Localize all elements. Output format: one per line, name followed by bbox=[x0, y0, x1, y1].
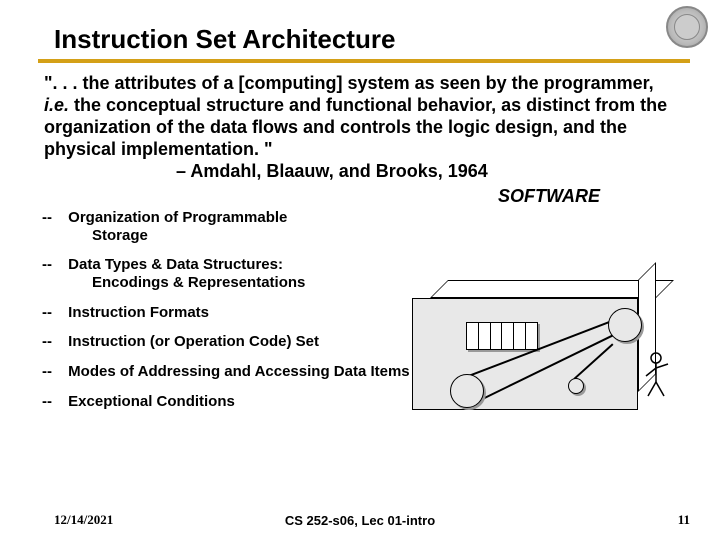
gear-icon bbox=[568, 378, 584, 394]
gear-icon bbox=[450, 374, 484, 408]
list-item: -- Instruction (or Operation Code) Set bbox=[42, 333, 392, 351]
footer: 12/14/2021 CS 252-s06, Lec 01-intro 11 bbox=[0, 512, 720, 528]
registers-icon bbox=[466, 322, 538, 350]
quote-pre: ". . . the attributes of a [computing] s… bbox=[44, 73, 654, 93]
list-item: -- Data Types & Data Structures: Encodin… bbox=[42, 256, 392, 291]
quote-post: the conceptual structure and functional … bbox=[44, 95, 667, 159]
list-item: -- Instruction Formats bbox=[42, 304, 392, 322]
footer-date: 12/14/2021 bbox=[0, 512, 113, 528]
list-item: -- Organization of Programmable Storage bbox=[42, 209, 392, 244]
quote-ie: i.e. bbox=[44, 95, 69, 115]
quote-attribution: – Amdahl, Blaauw, and Brooks, 1964 bbox=[0, 161, 720, 184]
page-title: Instruction Set Architecture bbox=[0, 0, 720, 59]
software-label: SOFTWARE bbox=[0, 186, 720, 207]
gear-icon bbox=[608, 308, 642, 342]
person-icon bbox=[644, 352, 674, 400]
machine-diagram bbox=[412, 280, 674, 414]
page-number: 11 bbox=[678, 512, 720, 528]
seal-logo bbox=[666, 6, 708, 48]
quote-block: ". . . the attributes of a [computing] s… bbox=[0, 63, 720, 161]
footer-course: CS 252-s06, Lec 01-intro bbox=[285, 513, 435, 528]
